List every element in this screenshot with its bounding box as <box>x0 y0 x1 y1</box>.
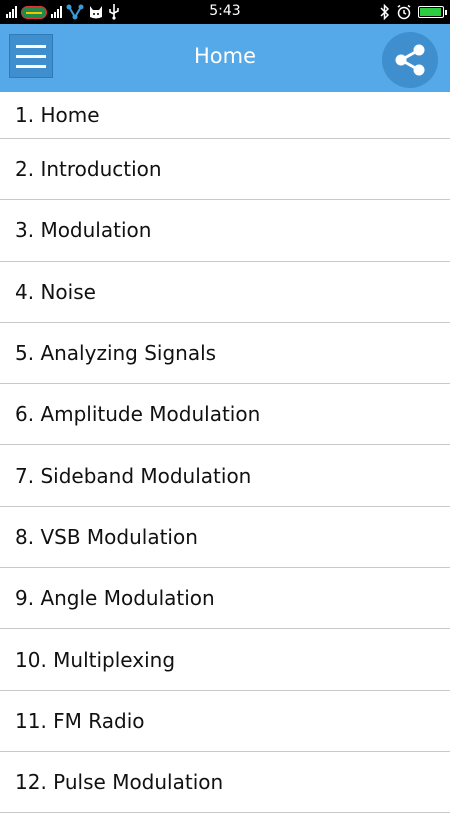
menu-item-home[interactable]: 1. Home <box>0 92 450 139</box>
status-right-icons <box>380 3 447 21</box>
menu-item-angle-modulation[interactable]: 9. Angle Modulation <box>0 568 450 630</box>
menu-item-modulation[interactable]: 3. Modulation <box>0 200 450 262</box>
menu-item-noise[interactable]: 4. Noise <box>0 262 450 323</box>
menu-item-sideband-modulation[interactable]: 7. Sideband Modulation <box>0 445 450 507</box>
menu-item-fm-radio[interactable]: 11. FM Radio <box>0 691 450 752</box>
alarm-icon <box>397 4 411 20</box>
app-bar: Home <box>0 24 450 92</box>
share-button[interactable] <box>382 32 438 88</box>
menu-item-multiplexing[interactable]: 10. Multiplexing <box>0 629 450 691</box>
menu-item-analyzing-signals[interactable]: 5. Analyzing Signals <box>0 323 450 385</box>
menu-item-amplitude-modulation[interactable]: 6. Amplitude Modulation <box>0 384 450 446</box>
bluetooth-icon <box>380 4 390 20</box>
menu-item-introduction[interactable]: 2. Introduction <box>0 139 450 201</box>
menu-item-pulse-modulation[interactable]: 12. Pulse Modulation <box>0 752 450 813</box>
battery-icon <box>418 6 447 18</box>
menu-item-vsb-modulation[interactable]: 8. VSB Modulation <box>0 507 450 569</box>
menu-list: 1. Home 2. Introduction 3. Modulation 4.… <box>0 92 450 813</box>
status-bar: 5:43 <box>0 0 450 24</box>
share-icon <box>395 44 425 76</box>
